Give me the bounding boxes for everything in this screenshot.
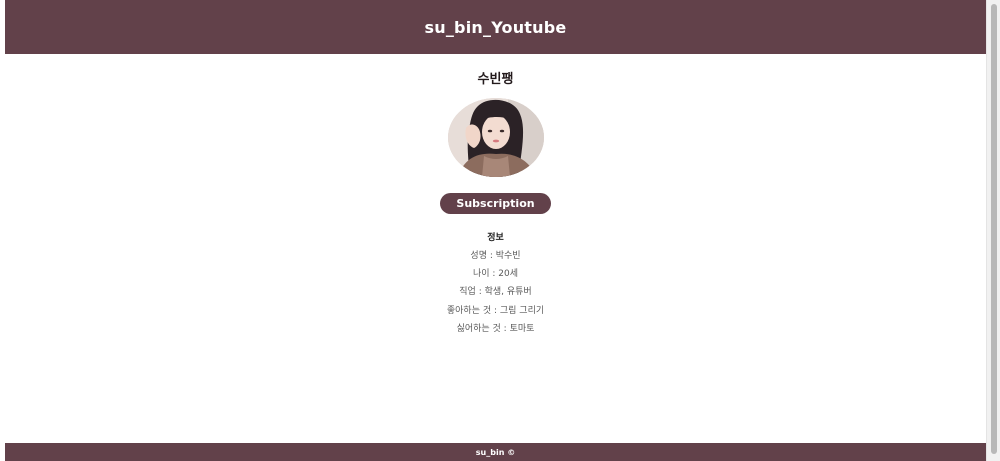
profile-photo-icon bbox=[447, 98, 544, 177]
page: su_bin_Youtube 수빈팽 Subscription 정보 성명: … bbox=[5, 0, 986, 461]
scrollbar-thumb[interactable] bbox=[991, 4, 997, 454]
vertical-scrollbar[interactable] bbox=[986, 0, 1000, 461]
profile-section: 수빈팽 Subscription 정보 성명: 박수빈 나이: 20세 직업… bbox=[5, 54, 986, 443]
info-item-age: 나이 : 20세 bbox=[472, 269, 519, 280]
footer-text: su_bin © bbox=[475, 447, 516, 457]
info-list: 성명 : 박수빈 나이 : 20세 직업 : 학생, 유튜버 좋아하는 것 : … bbox=[447, 250, 544, 335]
site-header: su_bin_Youtube bbox=[5, 0, 986, 54]
avatar bbox=[447, 98, 544, 177]
site-footer: su_bin © bbox=[5, 443, 986, 461]
info-item-job: 직업 : 학생, 유튜버 bbox=[459, 287, 532, 298]
subscribe-button[interactable]: Subscription bbox=[440, 193, 551, 214]
info-item-likes: 좋아하는 것 : 그림 그리기 bbox=[446, 305, 545, 316]
site-title: su_bin_Youtube bbox=[424, 17, 567, 37]
channel-name: 수빈팽 bbox=[477, 72, 514, 87]
info-item-dislikes: 싫어하는 것 : 토마토 bbox=[456, 323, 535, 334]
info-item-name: 성명 : 박수빈 bbox=[470, 251, 521, 261]
browser-viewport: su_bin_Youtube 수빈팽 Subscription 정보 성명: … bbox=[0, 0, 1000, 461]
info-heading: 정보 bbox=[487, 233, 504, 243]
